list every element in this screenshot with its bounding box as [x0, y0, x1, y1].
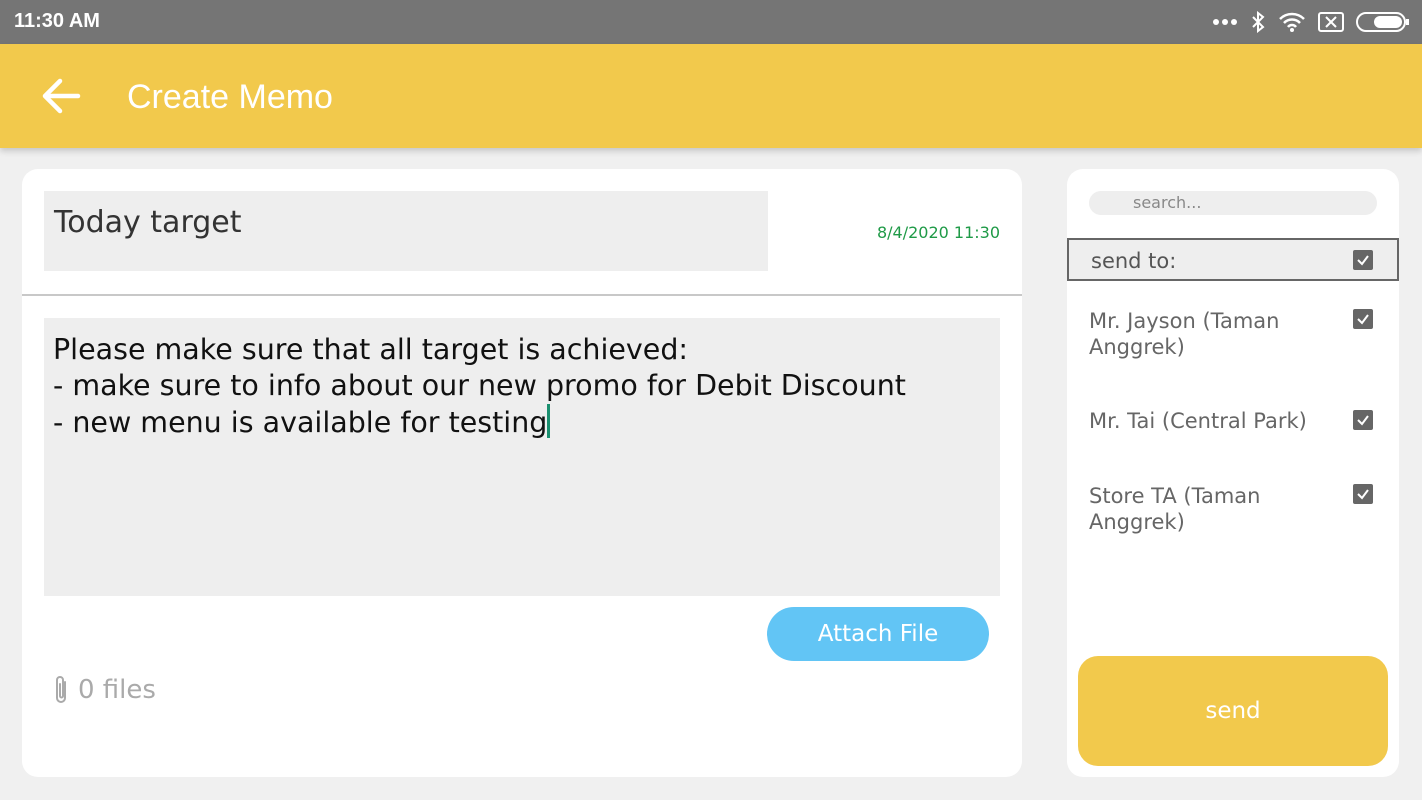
memo-body-text: Please make sure that all target is achi…	[53, 333, 906, 439]
status-bar: 11:30 AM	[0, 0, 1422, 44]
status-icons	[1212, 8, 1410, 36]
recipient-item[interactable]: Mr. Tai (Central Park)	[1089, 408, 1389, 434]
check-icon	[1357, 255, 1369, 266]
check-icon	[1357, 489, 1369, 500]
send-to-label: send to:	[1091, 249, 1177, 273]
recipient-checkbox[interactable]	[1353, 309, 1373, 329]
select-all-checkbox[interactable]	[1353, 250, 1373, 270]
arrow-left-icon	[42, 78, 81, 114]
check-icon	[1357, 415, 1369, 426]
subject-field[interactable]: Today target	[44, 191, 768, 271]
send-button[interactable]: send	[1078, 656, 1388, 766]
recipients-card: search... send to: Mr. Jayson (Taman Ang…	[1067, 169, 1399, 777]
battery-icon	[1356, 11, 1410, 33]
memo-body-field[interactable]: Please make sure that all target is achi…	[44, 318, 1000, 596]
recipient-item[interactable]: Store TA (Taman Anggrek)	[1089, 483, 1389, 535]
recipient-name: Mr. Jayson (Taman Anggrek)	[1089, 309, 1280, 359]
memo-date: 8/4/2020 11:30	[876, 223, 1000, 242]
files-indicator: 0 files	[52, 674, 156, 706]
no-sim-icon	[1318, 12, 1344, 32]
recipient-checkbox[interactable]	[1353, 484, 1373, 504]
search-input[interactable]: search...	[1089, 191, 1377, 215]
recipient-name: Store TA (Taman Anggrek)	[1089, 484, 1261, 534]
back-button[interactable]	[40, 76, 84, 116]
divider	[22, 294, 1022, 296]
check-icon	[1357, 314, 1369, 325]
text-cursor	[547, 404, 551, 438]
files-count: 0 files	[78, 675, 156, 705]
more-dots-icon	[1212, 18, 1238, 26]
recipient-name: Mr. Tai (Central Park)	[1089, 409, 1307, 433]
recipient-item[interactable]: Mr. Jayson (Taman Anggrek)	[1089, 308, 1389, 360]
send-to-row[interactable]: send to:	[1067, 238, 1399, 281]
page-title: Create Memo	[127, 78, 333, 116]
wifi-icon	[1278, 11, 1306, 33]
status-time: 11:30 AM	[14, 10, 100, 32]
paperclip-icon	[56, 676, 66, 703]
app-bar: Create Memo	[0, 44, 1422, 148]
memo-card: Today target 8/4/2020 11:30 Please make …	[22, 169, 1022, 777]
attach-file-button[interactable]: Attach File	[767, 607, 989, 661]
bluetooth-icon	[1250, 11, 1266, 33]
recipient-checkbox[interactable]	[1353, 410, 1373, 430]
